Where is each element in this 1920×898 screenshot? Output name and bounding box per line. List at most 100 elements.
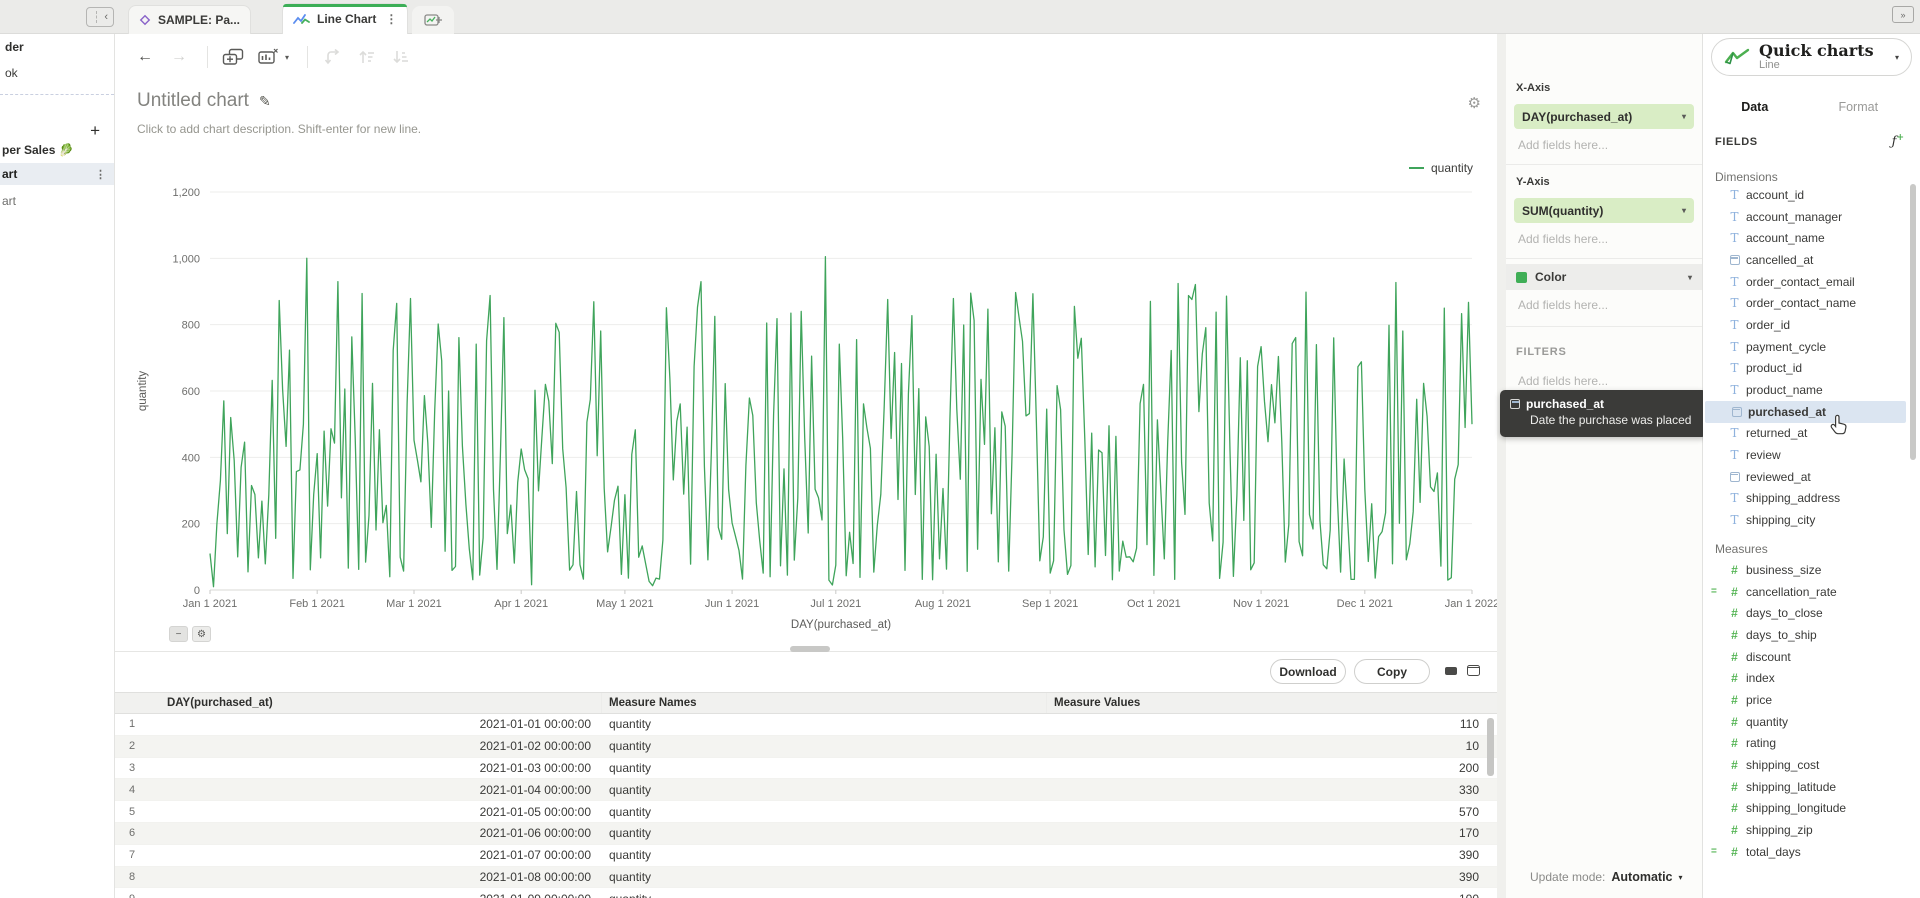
column-header[interactable]: DAY(purchased_at) <box>167 693 273 713</box>
add-calculation-icon[interactable]: ƒ+ <box>1892 133 1904 149</box>
field-item-business_size[interactable]: #business_size <box>1703 559 1906 581</box>
tab-menu-icon[interactable]: ⋮ <box>385 12 397 26</box>
line-chart[interactable]: 02004006008001,0001,200Jan 1 2021Feb 1 2… <box>115 174 1497 644</box>
chart-settings-gear-icon[interactable]: ⚙ <box>1468 94 1481 112</box>
field-item-account_name[interactable]: Taccount_name <box>1703 227 1906 249</box>
field-item-quantity[interactable]: #quantity <box>1703 711 1906 733</box>
table-row[interactable]: 9 2021-01-09 00:00:00 quantity 100 <box>115 888 1497 898</box>
field-item-index[interactable]: #index <box>1703 667 1906 689</box>
color-section-header[interactable]: Color ▾ <box>1506 264 1702 290</box>
field-item-review[interactable]: Treview <box>1703 444 1906 466</box>
field-item-product_name[interactable]: Tproduct_name <box>1703 379 1906 401</box>
undo-icon[interactable]: ← <box>137 48 153 66</box>
chevron-down-icon[interactable]: ▾ <box>1895 53 1899 62</box>
column-header[interactable]: Measure Values <box>1054 693 1140 713</box>
workbook-title[interactable]: per Sales 🥬 <box>0 143 74 157</box>
chart-description-placeholder[interactable]: Click to add chart description. Shift-en… <box>137 122 421 136</box>
chevron-down-icon[interactable]: ▾ <box>1688 273 1692 282</box>
svg-text:Jan 1 2021: Jan 1 2021 <box>183 598 237 610</box>
field-item-product_id[interactable]: Tproduct_id <box>1703 358 1906 380</box>
tab-line-chart[interactable]: Line Chart ⋮ <box>282 3 408 34</box>
add-page-button[interactable]: + <box>90 122 100 139</box>
field-item-shipping_latitude[interactable]: #shipping_latitude <box>1703 776 1906 798</box>
copy-button[interactable]: Copy <box>1354 659 1430 684</box>
field-item-rating[interactable]: #rating <box>1703 733 1906 755</box>
chart-options-button[interactable]: ⚙ <box>192 626 211 642</box>
field-item-shipping_zip[interactable]: #shipping_zip <box>1703 819 1906 841</box>
field-item-discount[interactable]: #discount <box>1703 646 1906 668</box>
field-tooltip: purchased_at Date the purchase was place… <box>1500 390 1707 437</box>
tab-format[interactable]: Format <box>1807 100 1911 126</box>
field-item-payment_cycle[interactable]: Tpayment_cycle <box>1703 336 1906 358</box>
field-item-price[interactable]: #price <box>1703 689 1906 711</box>
fields-scrollbar[interactable] <box>1910 184 1916 460</box>
field-item-shipping_address[interactable]: Tshipping_address <box>1703 488 1906 510</box>
chevron-down-icon[interactable]: ▾ <box>1682 206 1686 215</box>
y-axis-add-fields[interactable]: Add fields here... <box>1518 232 1608 246</box>
maximize-view-icon[interactable] <box>1467 665 1480 676</box>
sidebar-collapse-icon[interactable]: ‹ <box>86 7 114 27</box>
sidebar-item-chart-active[interactable]: art ⋮ <box>0 163 114 185</box>
update-mode-value[interactable]: Automatic <box>1611 870 1672 884</box>
sort-descending-icon <box>392 48 410 66</box>
field-item-shipping_city[interactable]: Tshipping_city <box>1703 509 1906 531</box>
table-row[interactable]: 2 2021-01-02 00:00:00 quantity 10 <box>115 736 1497 758</box>
panel-expand-icon[interactable]: » <box>1892 6 1914 23</box>
dimensions-list: Taccount_idTaccount_managerTaccount_name… <box>1703 184 1906 531</box>
column-header[interactable]: Measure Names <box>609 693 697 713</box>
x-axis-add-fields[interactable]: Add fields here... <box>1518 138 1608 152</box>
sidebar-item[interactable]: der <box>0 34 114 60</box>
table-row[interactable]: 8 2021-01-08 00:00:00 quantity 390 <box>115 867 1497 889</box>
table-row[interactable]: 5 2021-01-05 00:00:00 quantity 570 <box>115 801 1497 823</box>
tab-data[interactable]: Data <box>1703 100 1807 126</box>
field-item-shipping_cost[interactable]: #shipping_cost <box>1703 754 1906 776</box>
redo-icon[interactable]: → <box>171 48 187 66</box>
horizontal-scrollbar[interactable] <box>790 646 830 652</box>
field-item-order_contact_email[interactable]: Torder_contact_email <box>1703 271 1906 293</box>
field-item-cancelled_at[interactable]: cancelled_at <box>1703 249 1906 271</box>
table-row[interactable]: 3 2021-01-03 00:00:00 quantity 200 <box>115 758 1497 780</box>
field-item-order_id[interactable]: Torder_id <box>1703 314 1906 336</box>
svg-text:Jan 1 2022: Jan 1 2022 <box>1445 598 1497 610</box>
table-row[interactable]: 7 2021-01-07 00:00:00 quantity 390 <box>115 845 1497 867</box>
chart-title[interactable]: Untitled chart <box>137 90 249 112</box>
field-item-days_to_ship[interactable]: #days_to_ship <box>1703 624 1906 646</box>
y-axis-field-pill[interactable]: SUM(quantity) ▾ <box>1514 198 1694 223</box>
table-row[interactable]: 4 2021-01-04 00:00:00 quantity 330 <box>115 779 1497 801</box>
chevron-down-icon[interactable]: ▾ <box>1682 112 1686 121</box>
number-field-icon: # <box>1727 758 1742 772</box>
color-add-fields[interactable]: Add fields here... <box>1518 298 1608 312</box>
field-item-returned_at[interactable]: Treturned_at <box>1703 423 1906 445</box>
chevron-down-icon[interactable]: ▾ <box>1679 873 1683 882</box>
field-item-reviewed_at[interactable]: reviewed_at <box>1703 466 1906 488</box>
edit-title-icon[interactable]: ✎ <box>259 93 271 110</box>
filters-add-fields[interactable]: Add fields here... <box>1518 374 1608 388</box>
field-item-days_to_close[interactable]: #days_to_close <box>1703 602 1906 624</box>
add-card-icon[interactable] <box>222 48 244 67</box>
sidebar-item[interactable]: ok <box>0 60 114 86</box>
fields-header: FIELDS <box>1715 136 1758 148</box>
field-item-account_id[interactable]: Taccount_id <box>1703 184 1906 206</box>
chart-zoom-out-button[interactable]: − <box>169 626 188 642</box>
svg-text:Feb 1 2021: Feb 1 2021 <box>289 598 345 610</box>
chart-type-button[interactable]: Quick charts Line ▾ <box>1711 38 1912 76</box>
new-chart-tab-button[interactable] <box>412 6 454 34</box>
field-item-cancellation_rate[interactable]: =#cancellation_rate <box>1703 581 1906 603</box>
field-item-shipping_longitude[interactable]: #shipping_longitude <box>1703 798 1906 820</box>
table-scrollbar[interactable] <box>1487 718 1494 776</box>
x-axis-field-pill[interactable]: DAY(purchased_at) ▾ <box>1514 104 1694 129</box>
item-menu-icon[interactable]: ⋮ <box>95 168 106 181</box>
chevron-down-icon[interactable]: ▾ <box>285 53 289 62</box>
field-item-purchased_at[interactable]: purchased_at <box>1705 401 1906 423</box>
download-button[interactable]: Download <box>1270 659 1346 684</box>
field-item-account_manager[interactable]: Taccount_manager <box>1703 206 1906 228</box>
compact-view-icon[interactable] <box>1445 667 1457 675</box>
field-item-total_days[interactable]: =#total_days <box>1703 841 1906 863</box>
change-element-icon[interactable] <box>258 48 279 66</box>
tab-sample-workbook[interactable]: SAMPLE: Pa... <box>128 5 251 34</box>
table-row[interactable]: 1 2021-01-01 00:00:00 quantity 110 <box>115 714 1497 736</box>
table-row[interactable]: 6 2021-01-06 00:00:00 quantity 170 <box>115 823 1497 845</box>
sidebar-item-chart[interactable]: art <box>0 190 114 212</box>
sidebar-divider <box>0 94 114 95</box>
field-item-order_contact_name[interactable]: Torder_contact_name <box>1703 292 1906 314</box>
